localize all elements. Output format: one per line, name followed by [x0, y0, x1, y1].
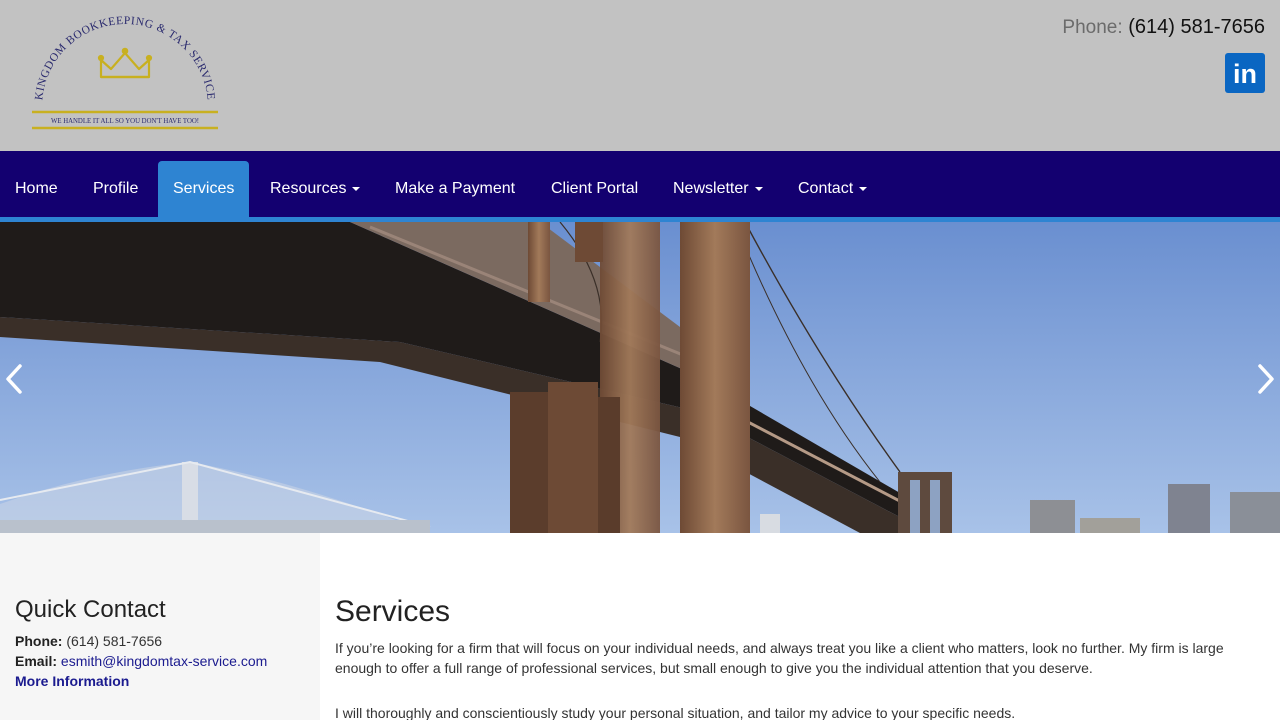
nav-item-label: Resources [270, 180, 347, 197]
caret-down-icon [754, 186, 763, 191]
nav-item-label: Contact [798, 180, 854, 197]
nav-item-label: Services [173, 180, 235, 197]
nav-item-label: Home [15, 180, 58, 197]
logo-arc-text: KINGDOM BOOKKEEPING & TAX SERVICE [33, 15, 216, 101]
second-paragraph: I will thoroughly and conscientiously st… [335, 705, 1016, 720]
intro-paragraph: If you’re looking for a firm that will f… [335, 640, 1224, 676]
nav-item-home[interactable]: Home [0, 161, 73, 217]
chevron-left-icon [6, 364, 22, 394]
nav-item-label: Profile [93, 180, 139, 197]
caret-down-icon [859, 186, 868, 191]
nav-item-newsletter[interactable]: Newsletter [658, 161, 778, 217]
logo-tagline: WE HANDLE IT ALL SO YOU DON'T HAVE TOO! [51, 118, 199, 125]
header-phone: Phone: (614) 581-7656 [1062, 16, 1265, 39]
hero-carousel [0, 222, 1280, 533]
caret-down-icon [352, 186, 361, 191]
nav-item-client-portal[interactable]: Client Portal [536, 161, 653, 217]
site-header: KINGDOM BOOKKEEPING & TAX SERVICE WE HAN… [0, 0, 1280, 151]
quick-contact-email-label: Email: [15, 653, 58, 669]
svg-text:KINGDOM BOOKKEEPING & TAX SERV: KINGDOM BOOKKEEPING & TAX SERVICE [33, 15, 217, 101]
nav-item-profile[interactable]: Profile [78, 161, 153, 217]
linkedin-icon-text: in [1233, 59, 1257, 89]
header-phone-label: Phone: [1062, 17, 1123, 38]
nav-item-label: Client Portal [551, 180, 639, 197]
more-information-link[interactable]: More Information [15, 673, 129, 689]
nav-item-contact[interactable]: Contact [783, 161, 882, 217]
page-title: Services [335, 595, 451, 628]
header-phone-number[interactable]: (614) 581-7656 [1128, 16, 1265, 38]
crown-icon [97, 47, 153, 79]
quick-contact-email: Email: esmith@kingdomtax-service.com [15, 653, 267, 669]
carousel-next-button[interactable] [1250, 362, 1280, 396]
main-navigation: Home Profile Services Resources Make a P… [0, 151, 1280, 217]
quick-contact-email-link[interactable]: esmith@kingdomtax-service.com [61, 653, 267, 669]
linkedin-icon[interactable]: in [1225, 53, 1265, 93]
quick-contact-phone-label: Phone: [15, 633, 63, 649]
chevron-right-icon [1258, 364, 1274, 394]
company-logo[interactable]: KINGDOM BOOKKEEPING & TAX SERVICE WE HAN… [28, 15, 224, 135]
nav-item-resources[interactable]: Resources [255, 161, 375, 217]
quick-contact-sidebar: Quick Contact Phone: (614) 581-7656 Emai… [0, 533, 320, 720]
nav-item-make-a-payment[interactable]: Make a Payment [380, 161, 530, 217]
nav-item-label: Newsletter [673, 180, 749, 197]
carousel-prev-button[interactable] [0, 362, 30, 396]
quick-contact-phone-value[interactable]: (614) 581-7656 [66, 633, 162, 649]
hero-image [0, 222, 1280, 533]
quick-contact-phone: Phone: (614) 581-7656 [15, 633, 162, 649]
nav-item-services[interactable]: Services [158, 161, 250, 217]
quick-contact-title: Quick Contact [15, 596, 166, 623]
nav-item-label: Make a Payment [395, 180, 516, 197]
more-information-label: More Information [15, 673, 130, 689]
